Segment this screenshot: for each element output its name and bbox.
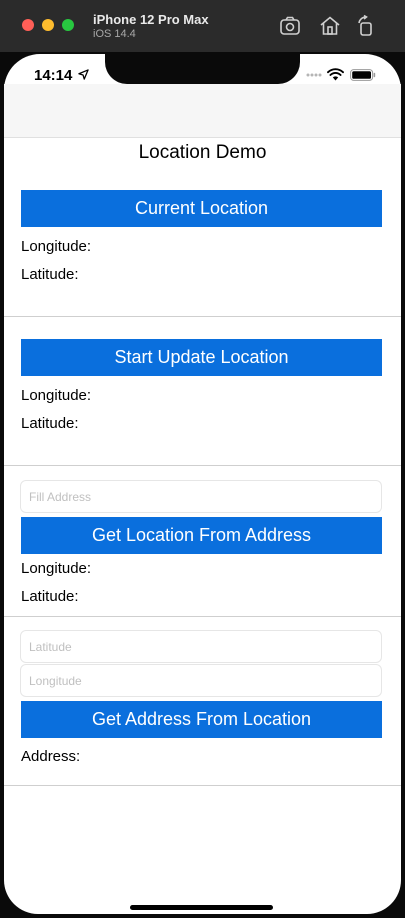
section-divider: [4, 785, 401, 786]
close-window-button[interactable]: [22, 19, 34, 31]
signal-dots-icon: [306, 73, 322, 77]
device-notch: [105, 52, 300, 84]
section-divider: [4, 465, 401, 466]
os-version: iOS 14.4: [93, 28, 136, 40]
address-result-label: Address:: [21, 748, 81, 765]
start-update-location-button[interactable]: Start Update Location: [21, 339, 382, 376]
screenshot-icon[interactable]: [278, 14, 302, 38]
home-icon[interactable]: [318, 14, 342, 38]
location-arrow-icon: [78, 69, 89, 80]
get-location-from-address-button[interactable]: Get Location From Address: [21, 517, 382, 554]
wifi-icon: [327, 68, 344, 81]
section-divider: [4, 316, 401, 317]
update-longitude-label: Longitude:: [21, 387, 92, 404]
navigation-bar: [4, 84, 401, 138]
section-divider: [4, 616, 401, 617]
page-title: Location Demo: [138, 142, 267, 163]
zoom-window-button[interactable]: [62, 19, 74, 31]
address-latitude-label: Latitude:: [21, 588, 79, 605]
address-longitude-label: Longitude:: [21, 560, 92, 577]
device-name: iPhone 12 Pro Max: [93, 12, 209, 27]
current-longitude-label: Longitude:: [21, 238, 92, 255]
update-latitude-label: Latitude:: [21, 415, 79, 432]
latitude-input[interactable]: Latitude: [20, 630, 382, 663]
address-input[interactable]: Fill Address: [20, 480, 382, 513]
battery-icon: [350, 69, 376, 81]
simulator-titlebar: iPhone 12 Pro Max iOS 14.4: [0, 0, 405, 52]
home-indicator[interactable]: [130, 905, 273, 910]
minimize-window-button[interactable]: [42, 19, 54, 31]
get-address-from-location-button[interactable]: Get Address From Location: [21, 701, 382, 738]
longitude-input[interactable]: Longitude: [20, 664, 382, 697]
rotate-icon[interactable]: [354, 14, 378, 38]
current-latitude-label: Latitude:: [21, 266, 79, 283]
current-location-button[interactable]: Current Location: [21, 190, 382, 227]
status-time: 14:14: [34, 67, 73, 84]
